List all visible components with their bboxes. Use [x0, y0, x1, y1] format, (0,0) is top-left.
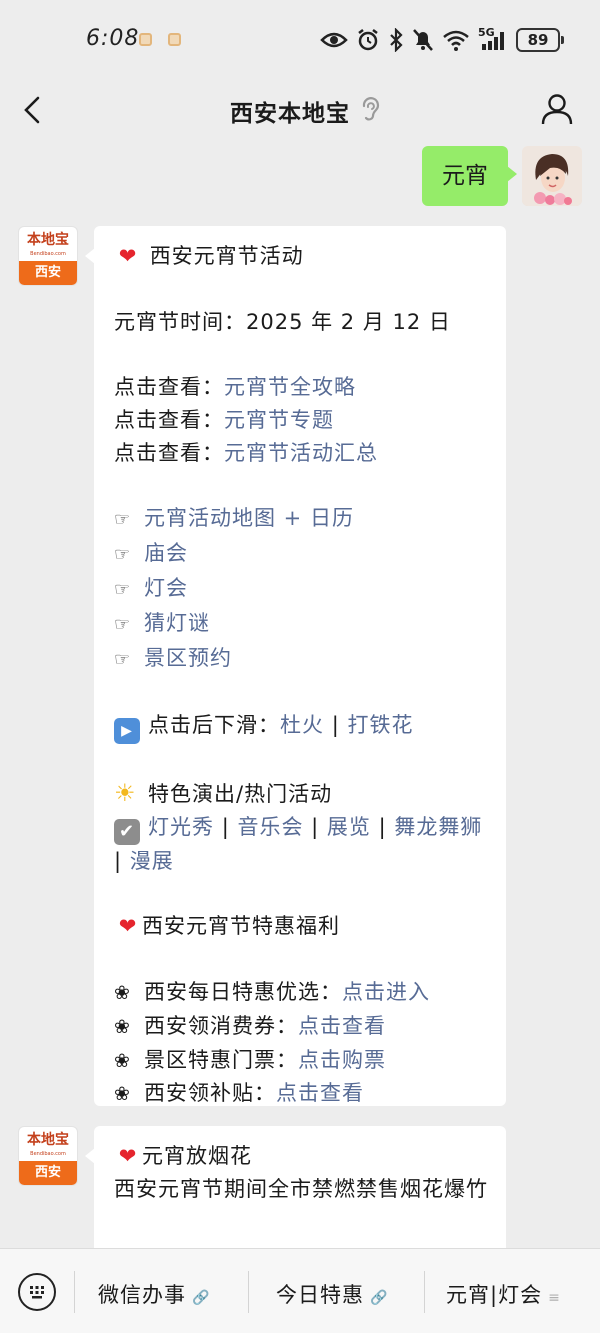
scroll-row: ▶ 点击后下滑：杜火 | 打铁花: [114, 709, 488, 745]
user-avatar-image: [522, 146, 582, 206]
pointing-hand-icon: ☞: [114, 648, 132, 670]
click-row: 点击查看：元宵节全攻略: [114, 375, 356, 400]
chat-area[interactable]: 元宵 本地宝 Bendibao.com 西安 ❤ 西安元宵节活动 元宵节时间：2…: [0, 144, 600, 1248]
link-lantern-show[interactable]: 灯会: [144, 576, 188, 600]
link-bonfire[interactable]: 杜火: [280, 713, 324, 737]
link-icon: 🔗: [370, 1290, 389, 1306]
pointing-hand-icon: ☞: [114, 613, 132, 635]
link-temple-fair[interactable]: 庙会: [144, 541, 188, 565]
alarm-icon: [358, 29, 378, 51]
notification-icon: [168, 33, 181, 46]
submenu-icon: ≡: [548, 1290, 561, 1306]
link-summary[interactable]: 元宵节活动汇总: [224, 441, 378, 465]
status-time: 6:08: [86, 26, 140, 51]
status-bar: 6:08 5G 89: [0, 0, 600, 80]
pointer-row: ☞ 猜灯谜: [114, 607, 488, 642]
link-daily-deals[interactable]: 点击进入: [342, 980, 430, 1004]
cellular-icon: 5G: [478, 26, 508, 52]
menu-wechat-services[interactable]: 微信办事 🔗: [98, 1279, 210, 1309]
menu-daily-deals[interactable]: 今日特惠 🔗: [276, 1279, 388, 1309]
keyboard-toggle-button[interactable]: [18, 1273, 56, 1311]
benefit-row: ❀ 西安领消费券：点击查看: [114, 1010, 488, 1044]
link-map-calendar[interactable]: 元宵活动地图 + 日历: [144, 506, 354, 530]
menu-lantern-festival[interactable]: 元宵|灯会 ≡: [446, 1279, 561, 1309]
heart-icon: ❤: [118, 1144, 138, 1168]
link-strategy[interactable]: 元宵节全攻略: [224, 375, 356, 399]
link-buy-tickets[interactable]: 点击购票: [298, 1048, 386, 1072]
link-subsidies[interactable]: 点击查看: [276, 1081, 364, 1105]
link-concert[interactable]: 音乐会: [237, 815, 303, 839]
pointing-hand-icon: ☞: [114, 509, 132, 531]
bot-avatar[interactable]: 本地宝 Bendibao.com 西安: [18, 226, 78, 286]
benefit-row: ❀ 西安领补贴：点击查看: [114, 1077, 488, 1111]
link-exhibition[interactable]: 展览: [327, 815, 371, 839]
user-avatar[interactable]: [522, 146, 582, 206]
link-lantern-riddles[interactable]: 猜灯谜: [144, 611, 210, 635]
chat-header: 西安本地宝: [0, 80, 600, 144]
bottom-menu-bar: 微信办事 🔗 今日特惠 🔗 元宵|灯会 ≡: [0, 1248, 600, 1333]
notification-icon: [139, 33, 152, 46]
bot-reply-bubble: ❤ 西安元宵节活动 元宵节时间：2025 年 2 月 12 日 点击查看：元宵节…: [85, 226, 506, 1106]
mute-bell-icon: [413, 29, 433, 51]
benefit-row: ❀ 景区特惠门票：点击购票: [114, 1044, 488, 1078]
pointing-hand-icon: ☞: [114, 544, 132, 566]
wifi-icon: [443, 30, 469, 51]
link-iron-flower[interactable]: 打铁花: [347, 713, 413, 737]
keyboard-icon: [30, 1286, 44, 1299]
profile-icon[interactable]: [540, 92, 574, 126]
bot-avatar[interactable]: 本地宝 Bendibao.com 西安: [18, 1126, 78, 1186]
link-topic[interactable]: 元宵节专题: [224, 408, 334, 432]
pointer-row: ☞ 灯会: [114, 572, 488, 607]
benefits-title: ❤ 西安元宵节特惠福利: [114, 910, 488, 943]
link-dragon-dance[interactable]: 舞龙舞狮: [394, 815, 482, 839]
eye-icon: [320, 32, 348, 48]
flower-icon: ❀: [114, 1015, 131, 1038]
link-scenic-booking[interactable]: 景区预约: [144, 646, 232, 670]
link-coupons[interactable]: 点击查看: [298, 1014, 386, 1038]
festival-date: 元宵节时间：2025 年 2 月 12 日: [114, 309, 451, 334]
ear-icon: [362, 97, 379, 121]
flower-icon: ❀: [114, 1049, 131, 1072]
reply-body: 西安元宵节期间全市禁燃禁售烟花爆竹: [114, 1176, 488, 1201]
bluetooth-icon: [390, 28, 403, 52]
click-row: 点击查看：元宵节专题: [114, 407, 334, 432]
status-icons: 5G 89: [320, 26, 564, 54]
shows-links: ✔ 灯光秀 | 音乐会 | 展览 | 舞龙舞狮 | 漫展: [114, 814, 483, 873]
shows-title: ☀ 特色演出/热门活动: [114, 777, 488, 811]
heart-icon: ❤: [118, 244, 138, 268]
pointer-row: ☞ 景区预约: [114, 642, 488, 677]
flower-icon: ❀: [114, 1083, 131, 1106]
pointing-hand-icon: ☞: [114, 578, 132, 600]
reply-title: ❤ 西安元宵节活动: [114, 240, 488, 273]
play-icon: ▶: [114, 718, 140, 745]
benefit-row: ❀ 西安每日特惠优选：点击进入: [114, 976, 488, 1010]
chat-title: 西安本地宝: [230, 101, 350, 127]
sun-icon: ☀: [114, 778, 137, 807]
user-message-bubble[interactable]: 元宵: [422, 146, 517, 206]
reply-title: ❤ 元宵放烟花: [114, 1140, 488, 1173]
click-row: 点击查看：元宵节活动汇总: [114, 440, 378, 465]
link-icon: 🔗: [192, 1290, 211, 1306]
link-light-show[interactable]: 灯光秀: [148, 815, 214, 839]
flower-icon: ❀: [114, 981, 131, 1004]
pointer-row: ☞ 庙会: [114, 537, 488, 572]
link-comic-expo[interactable]: 漫展: [130, 849, 174, 873]
heart-icon: ❤: [118, 914, 138, 939]
user-message: 元宵: [422, 146, 582, 206]
checkbox-icon: ✔: [114, 818, 140, 845]
battery-indicator: 89: [516, 28, 564, 52]
bot-reply-bubble: ❤ 元宵放烟花 西安元宵节期间全市禁燃禁售烟花爆竹: [85, 1126, 506, 1248]
pointer-row: ☞ 元宵活动地图 + 日历: [114, 502, 488, 537]
